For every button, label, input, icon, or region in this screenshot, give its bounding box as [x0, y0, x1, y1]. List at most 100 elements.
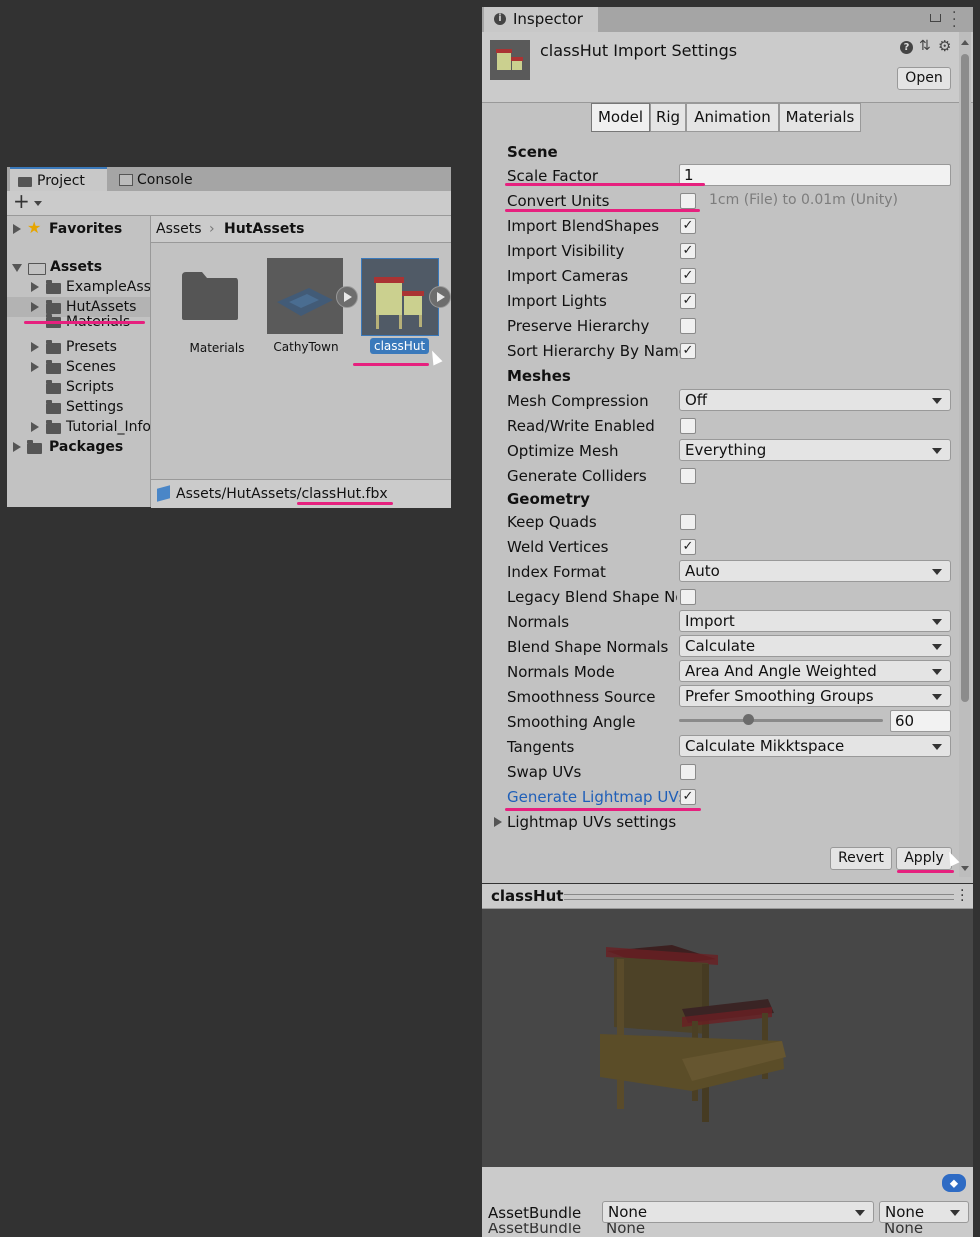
tab-animation[interactable]: Animation — [686, 103, 779, 132]
weld-vertices-checkbox[interactable]: ✓ — [680, 539, 696, 555]
model-preview[interactable] — [482, 909, 973, 1167]
grid-item-cathytown[interactable]: CathyTown — [266, 258, 362, 358]
expand-arrow-icon[interactable] — [13, 442, 21, 452]
tree-item-settings[interactable]: Settings — [7, 397, 150, 417]
section-geometry: Geometry — [507, 490, 590, 508]
apply-button[interactable]: Apply — [896, 847, 952, 870]
index-format-dropdown[interactable]: Auto — [679, 560, 951, 582]
highlight-underline — [505, 808, 701, 811]
tree-item-scenes[interactable]: Scenes — [7, 357, 150, 377]
tree-item-scripts[interactable]: Scripts — [7, 377, 150, 397]
tab-console[interactable]: Console — [111, 168, 221, 191]
expand-arrow-icon[interactable] — [31, 282, 39, 292]
expand-arrow-icon[interactable] — [31, 302, 39, 312]
help-icon[interactable]: ? — [900, 41, 913, 54]
tab-materials[interactable]: Materials — [779, 103, 861, 132]
expand-arrow-icon[interactable] — [31, 422, 39, 432]
tree-item-packages[interactable]: Packages — [7, 437, 150, 457]
lock-icon[interactable] — [930, 14, 941, 22]
sort-hierarchy-checkbox[interactable]: ✓ — [680, 343, 696, 359]
keep-quads-label: Keep Quads — [507, 513, 597, 531]
chevron-right-icon: › — [209, 221, 215, 237]
generate-colliders-label: Generate Colliders — [507, 467, 647, 485]
convert-units-checkbox[interactable] — [680, 193, 696, 209]
assetbundle-name-dropdown[interactable]: None — [602, 1201, 874, 1223]
presets-icon[interactable]: ⇅ — [919, 38, 931, 54]
preview-header: classHut · · · — [482, 884, 973, 909]
preserve-hierarchy-checkbox[interactable] — [680, 318, 696, 334]
weld-vertices-label: Weld Vertices — [507, 538, 609, 556]
scale-factor-input[interactable]: 1 — [679, 164, 951, 186]
swap-uvs-checkbox[interactable] — [680, 764, 696, 780]
cube-icon — [157, 485, 170, 502]
assetbundle-variant-dropdown[interactable]: None — [879, 1201, 969, 1223]
blend-shape-normals-label: Blend Shape Normals — [507, 638, 669, 656]
drag-handle[interactable] — [564, 894, 954, 900]
blend-shape-normals-dropdown[interactable]: Calculate — [679, 635, 951, 657]
scrollbar[interactable] — [959, 32, 971, 877]
more-options-icon[interactable]: · · · — [952, 6, 956, 34]
expand-arrow-icon[interactable] — [494, 817, 502, 827]
tab-inspector[interactable]: i Inspector — [484, 7, 598, 32]
tree-label: Favorites — [49, 221, 123, 237]
scroll-thumb[interactable] — [961, 54, 969, 702]
expand-arrow-icon[interactable] — [31, 342, 39, 352]
normals-label: Normals — [507, 613, 570, 631]
folder-icon — [46, 300, 61, 314]
import-visibility-checkbox[interactable]: ✓ — [680, 243, 696, 259]
tag-icon[interactable]: ⬥ — [942, 1174, 966, 1192]
breadcrumb-assets[interactable]: Assets — [156, 216, 202, 242]
open-button[interactable]: Open — [897, 67, 951, 90]
tree-item-assets[interactable]: Assets — [7, 257, 150, 277]
scroll-down-icon[interactable] — [961, 866, 969, 871]
import-blendshapes-checkbox[interactable]: ✓ — [680, 218, 696, 234]
chevron-down-icon[interactable] — [34, 201, 42, 206]
gear-icon[interactable]: ⚙ — [938, 37, 951, 55]
assetbundle-name-clipped: None — [606, 1223, 646, 1237]
generate-lightmap-checkbox[interactable]: ✓ — [680, 789, 696, 805]
generate-colliders-checkbox[interactable] — [680, 468, 696, 484]
optimize-mesh-dropdown[interactable]: Everything — [679, 439, 951, 461]
play-icon[interactable] — [336, 286, 358, 308]
import-lights-checkbox[interactable]: ✓ — [680, 293, 696, 309]
mesh-compression-dropdown[interactable]: Off — [679, 389, 951, 411]
normals-dropdown[interactable]: Import — [679, 610, 951, 632]
grid-item-label: Materials — [189, 341, 245, 355]
grid-item-classhut[interactable]: classHut — [361, 258, 457, 358]
tangents-dropdown[interactable]: Calculate Mikktspace — [679, 735, 951, 757]
expand-arrow-icon[interactable] — [31, 362, 39, 372]
collapse-arrow-icon[interactable] — [12, 264, 22, 272]
expand-arrow-icon[interactable] — [13, 224, 21, 234]
lightmap-settings-foldout[interactable]: Lightmap UVs settings — [507, 813, 676, 831]
breadcrumb-hutassets[interactable]: HutAssets — [224, 216, 304, 242]
read-write-checkbox[interactable] — [680, 418, 696, 434]
smoothness-source-dropdown[interactable]: Prefer Smoothing Groups — [679, 685, 951, 707]
slider-thumb[interactable] — [742, 714, 754, 725]
smoothing-angle-slider[interactable] — [679, 714, 883, 725]
add-button[interactable]: + — [13, 189, 30, 213]
import-cameras-checkbox[interactable]: ✓ — [680, 268, 696, 284]
scroll-up-icon[interactable] — [961, 40, 969, 45]
index-format-label: Index Format — [507, 563, 606, 581]
tree-item-presets[interactable]: Presets — [7, 337, 150, 357]
keep-quads-checkbox[interactable] — [680, 514, 696, 530]
convert-units-label: Convert Units — [507, 192, 610, 210]
play-icon[interactable] — [429, 286, 451, 308]
tree-item-favorites[interactable]: ★ Favorites — [7, 219, 150, 239]
revert-button[interactable]: Revert — [830, 847, 892, 870]
assetbundle-label: AssetBundle — [488, 1204, 582, 1222]
mesh-compression-label: Mesh Compression — [507, 392, 649, 410]
grid-item-materials[interactable]: Materials — [163, 259, 259, 355]
tab-model[interactable]: Model — [591, 103, 650, 132]
hut-icon — [374, 277, 424, 329]
tree-item-exampleassets[interactable]: ExampleAss — [7, 277, 150, 297]
sort-hierarchy-label: Sort Hierarchy By Name — [507, 342, 688, 360]
more-options-icon[interactable]: · · · — [960, 884, 964, 908]
tab-rig[interactable]: Rig — [650, 103, 686, 132]
legacy-blend-checkbox[interactable] — [680, 589, 696, 605]
smoothing-angle-input[interactable]: 60 — [890, 710, 951, 732]
tree-label: Packages — [49, 439, 124, 455]
normals-mode-dropdown[interactable]: Area And Angle Weighted — [679, 660, 951, 682]
grid-item-label: CathyTown — [273, 340, 339, 354]
tree-item-tutorial-info[interactable]: Tutorial_Info — [7, 417, 150, 437]
